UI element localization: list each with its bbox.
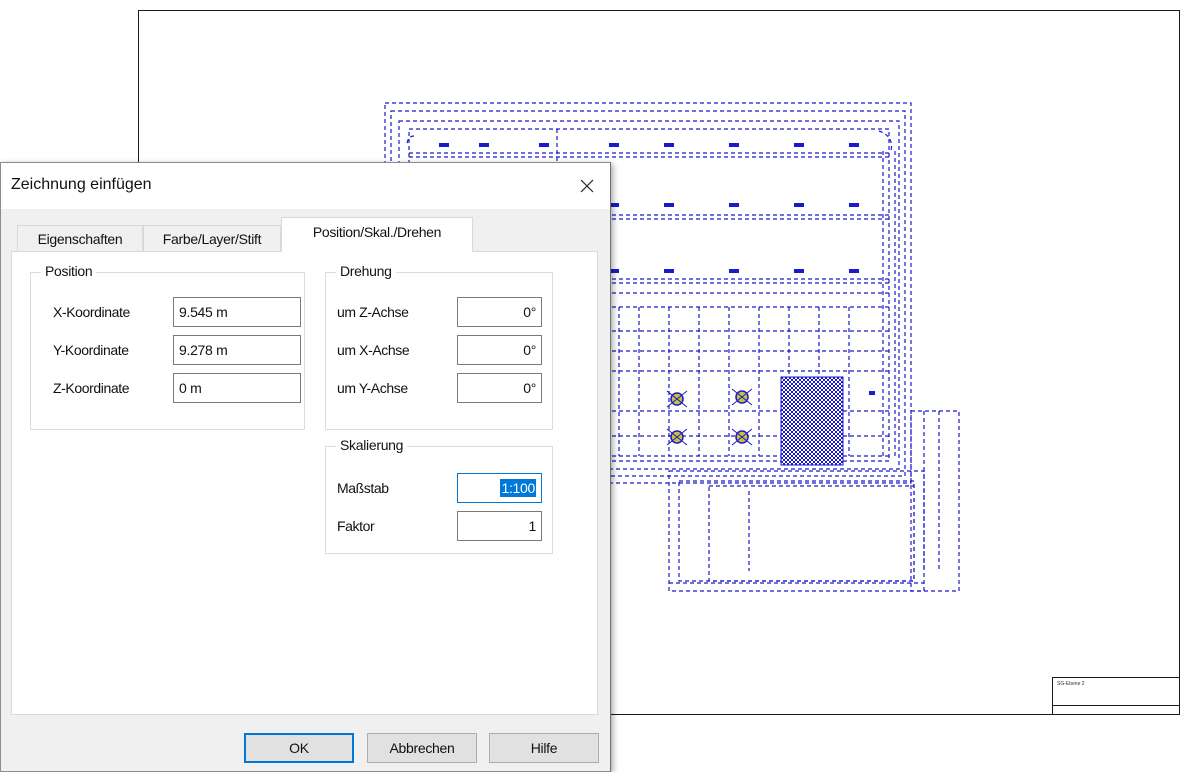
tab-panel-position: Position X-Koordinate 9.545 m Y-Koordina…	[11, 251, 598, 715]
factor-value: 1	[528, 518, 537, 534]
close-icon[interactable]	[570, 169, 604, 203]
rotation-x-field[interactable]: 0°	[457, 335, 542, 365]
tab-eigenschaften[interactable]: Eigenschaften	[17, 225, 143, 251]
rotation-y-value: 0°	[523, 380, 536, 396]
rotation-x-label: um X-Achse	[337, 342, 410, 358]
rotation-x-value: 0°	[523, 342, 536, 358]
scale-value: 1:100	[500, 479, 536, 497]
x-coordinate-value: 9.545 m	[179, 304, 228, 320]
z-coordinate-field[interactable]: 0 m	[173, 373, 301, 403]
rotation-y-field[interactable]: 0°	[457, 373, 542, 403]
position-group-label: Position	[41, 263, 97, 279]
rotation-z-label: um Z-Achse	[337, 304, 409, 320]
y-coordinate-label: Y-Koordinate	[53, 342, 129, 358]
rotation-y-label: um Y-Achse	[337, 380, 408, 396]
insert-drawing-dialog: Zeichnung einfügen Eigenschaften Farbe/L…	[0, 162, 611, 772]
scaling-group-label: Skalierung	[336, 437, 408, 453]
cancel-button[interactable]: Abbrechen	[367, 733, 477, 763]
z-coordinate-value: 0 m	[179, 380, 202, 396]
x-coordinate-field[interactable]: 9.545 m	[173, 297, 301, 327]
y-coordinate-value: 9.278 m	[179, 342, 228, 358]
y-coordinate-field[interactable]: 9.278 m	[173, 335, 301, 365]
dialog-titlebar[interactable]: Zeichnung einfügen	[1, 163, 610, 209]
dialog-title: Zeichnung einfügen	[11, 176, 152, 193]
tab-strip: Eigenschaften Farbe/Layer/Stift Position…	[11, 217, 601, 252]
ok-button[interactable]: OK	[244, 733, 354, 763]
title-block: SG-Ebene 2	[1052, 677, 1180, 715]
rotation-z-value: 0°	[523, 304, 536, 320]
tab-position-skal-drehen[interactable]: Position/Skal./Drehen	[281, 217, 473, 252]
tab-label: Position/Skal./Drehen	[312, 224, 442, 240]
rotation-group: Drehung um Z-Achse 0° um X-Achse 0° um Y…	[325, 263, 553, 430]
position-group: Position X-Koordinate 9.545 m Y-Koordina…	[30, 263, 305, 430]
rotation-z-field[interactable]: 0°	[457, 297, 542, 327]
x-coordinate-label: X-Koordinate	[53, 304, 130, 320]
title-block-divider	[1053, 705, 1180, 706]
z-coordinate-label: Z-Koordinate	[53, 380, 130, 396]
rotation-group-label: Drehung	[336, 263, 396, 279]
factor-field[interactable]: 1	[457, 511, 542, 541]
scale-label: Maßstab	[337, 480, 389, 496]
factor-label: Faktor	[337, 518, 375, 534]
scaling-group: Skalierung Maßstab 1:100 Faktor 1	[325, 437, 553, 554]
help-button[interactable]: Hilfe	[489, 733, 599, 763]
title-block-text: SG-Ebene 2	[1057, 681, 1085, 687]
tab-label: Eigenschaften	[37, 230, 123, 247]
tab-farbe-layer-stift[interactable]: Farbe/Layer/Stift	[143, 225, 281, 251]
tab-label: Farbe/Layer/Stift	[162, 230, 262, 247]
scale-field[interactable]: 1:100	[457, 473, 542, 503]
